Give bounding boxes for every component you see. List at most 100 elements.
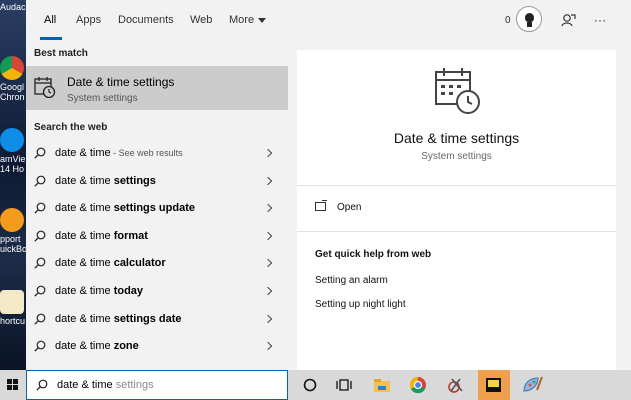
web-suggestion-text: date & time zone: [55, 340, 139, 352]
sticky-notes-icon: [486, 378, 501, 392]
web-suggestion-row[interactable]: date & time settings: [26, 168, 288, 195]
open-icon: [315, 200, 327, 211]
web-suggestion-row[interactable]: date & time format: [26, 223, 288, 250]
windows-logo-pane: [7, 379, 12, 384]
search-query: date & time settings: [57, 379, 154, 391]
suggestion-prefix: date & time: [55, 229, 111, 242]
web-suggestion-text: date & time settings update: [55, 202, 195, 214]
desktop-icon-label: amVie: [0, 154, 26, 164]
chevron-right-icon: [263, 148, 273, 158]
snipping-tool-icon[interactable]: [442, 373, 470, 397]
desktop-icon-quickbooks[interactable]: pport uickBo: [0, 208, 26, 254]
rewards-points: 0: [505, 15, 511, 26]
suggestion-completion: settings update: [110, 202, 195, 215]
preview-subtitle: System settings: [421, 151, 492, 162]
tab-apps[interactable]: Apps: [76, 14, 101, 26]
web-suggestion-row[interactable]: date & time settings update: [26, 195, 288, 222]
desktop-icon-label: Chron: [0, 92, 25, 102]
help-link-night-light[interactable]: Setting up night light: [315, 299, 406, 310]
search-icon: [34, 147, 46, 159]
search-icon: [34, 202, 46, 214]
search-tabs: All Apps Documents Web More 0 ···: [26, 0, 631, 42]
search-icon: [34, 257, 46, 270]
web-suggestion-text: date & time format: [55, 230, 148, 242]
rewards-trophy-icon[interactable]: [516, 6, 542, 32]
tab-all[interactable]: All: [44, 14, 56, 26]
suggestion-completion: today: [110, 285, 144, 297]
tab-more-label: More: [229, 14, 255, 26]
suggestion-prefix: date & time: [55, 312, 111, 325]
desktop-icon-label: Audac: [0, 2, 26, 12]
desktop-icon-label: pport: [0, 234, 21, 244]
results-list: Best match Date & time settings System s…: [26, 42, 288, 370]
preview-pane: Date & time settings System settings Ope…: [297, 50, 616, 370]
search-typed-text: date & time: [57, 379, 113, 391]
more-options-button[interactable]: ···: [594, 13, 606, 27]
web-suggestion-row[interactable]: date & time zone: [26, 333, 288, 360]
open-label: Open: [337, 202, 362, 213]
suggestion-prefix: date & time: [55, 340, 111, 353]
paint-icon[interactable]: [518, 373, 546, 397]
chevron-right-icon: [263, 231, 273, 241]
task-view-icon[interactable]: [330, 373, 358, 397]
chrome-icon[interactable]: [404, 373, 432, 397]
tab-documents[interactable]: Documents: [118, 14, 174, 26]
support-icon: [0, 208, 24, 232]
file-explorer-icon[interactable]: [368, 373, 396, 397]
web-suggestion-row[interactable]: date & time settings date: [26, 306, 288, 333]
chevron-right-icon: [263, 259, 273, 268]
web-suggestion-text: date & time settings date: [55, 313, 182, 325]
suggestion-prefix: date & time: [55, 285, 111, 297]
divider: [297, 185, 616, 186]
chevron-down-icon: [258, 17, 267, 23]
cortana-icon[interactable]: [296, 373, 324, 397]
preview-title: Date & time settings: [393, 130, 520, 146]
suggestion-prefix: date & time: [55, 202, 111, 215]
best-match-result[interactable]: Date & time settings System settings: [26, 66, 288, 110]
desktop-icon-audacity[interactable]: Audac: [0, 2, 26, 12]
web-suggestion-text: date & time today: [55, 285, 143, 297]
date-time-settings-icon: [34, 77, 56, 98]
tab-web[interactable]: Web: [190, 14, 212, 26]
chrome-icon: [0, 56, 24, 80]
suggestion-completion: calculator: [110, 257, 166, 270]
teamviewer-icon: [0, 128, 24, 152]
search-autocomplete: settings: [112, 379, 154, 391]
web-suggestion-row[interactable]: date & time today: [26, 278, 288, 305]
help-link-alarm[interactable]: Setting an alarm: [315, 275, 388, 286]
desktop-icon-teamviewer[interactable]: amVie 14 Ho: [0, 128, 26, 174]
desktop-icon-chrome[interactable]: Googl Chron: [0, 56, 26, 102]
web-suggestion-row[interactable]: date & time - See web results: [26, 140, 288, 167]
web-suggestion-row[interactable]: date & time calculator: [26, 250, 288, 277]
search-icon: [36, 379, 48, 391]
suggestion-completion: settings date: [110, 312, 182, 325]
search-icon: [34, 230, 46, 242]
suggestion-prefix: date & time: [55, 257, 111, 270]
suggestion-prefix: date & time: [55, 174, 111, 187]
suggestion-note: - See web results: [110, 148, 183, 158]
suggestion-completion: format: [110, 229, 148, 242]
chevron-right-icon: [263, 176, 273, 185]
web-suggestion-text: date & time calculator: [55, 257, 166, 269]
chevron-right-icon: [263, 203, 273, 213]
windows-logo-pane: [13, 379, 18, 384]
chevron-right-icon: [263, 314, 273, 323]
start-button[interactable]: [0, 370, 26, 400]
feedback-icon[interactable]: [560, 12, 576, 28]
quick-help-heading: Get quick help from web: [315, 249, 432, 260]
chevron-right-icon: [263, 286, 273, 296]
search-icon: [34, 313, 46, 325]
sticky-notes-taskbar-button[interactable]: [478, 370, 510, 400]
desktop-icon-shortcut[interactable]: hortcu: [0, 290, 26, 326]
search-icon: [34, 285, 46, 297]
date-time-settings-icon: [435, 68, 480, 114]
desktop-icon-label: hortcu: [0, 316, 26, 326]
search-web-heading: Search the web: [34, 122, 108, 133]
taskbar-search-input[interactable]: date & time settings: [26, 370, 288, 400]
divider: [297, 231, 616, 232]
shortcut-icon: [0, 290, 24, 314]
desktop-icon-label: 14 Ho: [0, 164, 25, 174]
desktop-icon-label: Googl: [0, 82, 25, 92]
tab-more[interactable]: More: [229, 14, 267, 26]
windows-logo-pane: [13, 385, 18, 390]
